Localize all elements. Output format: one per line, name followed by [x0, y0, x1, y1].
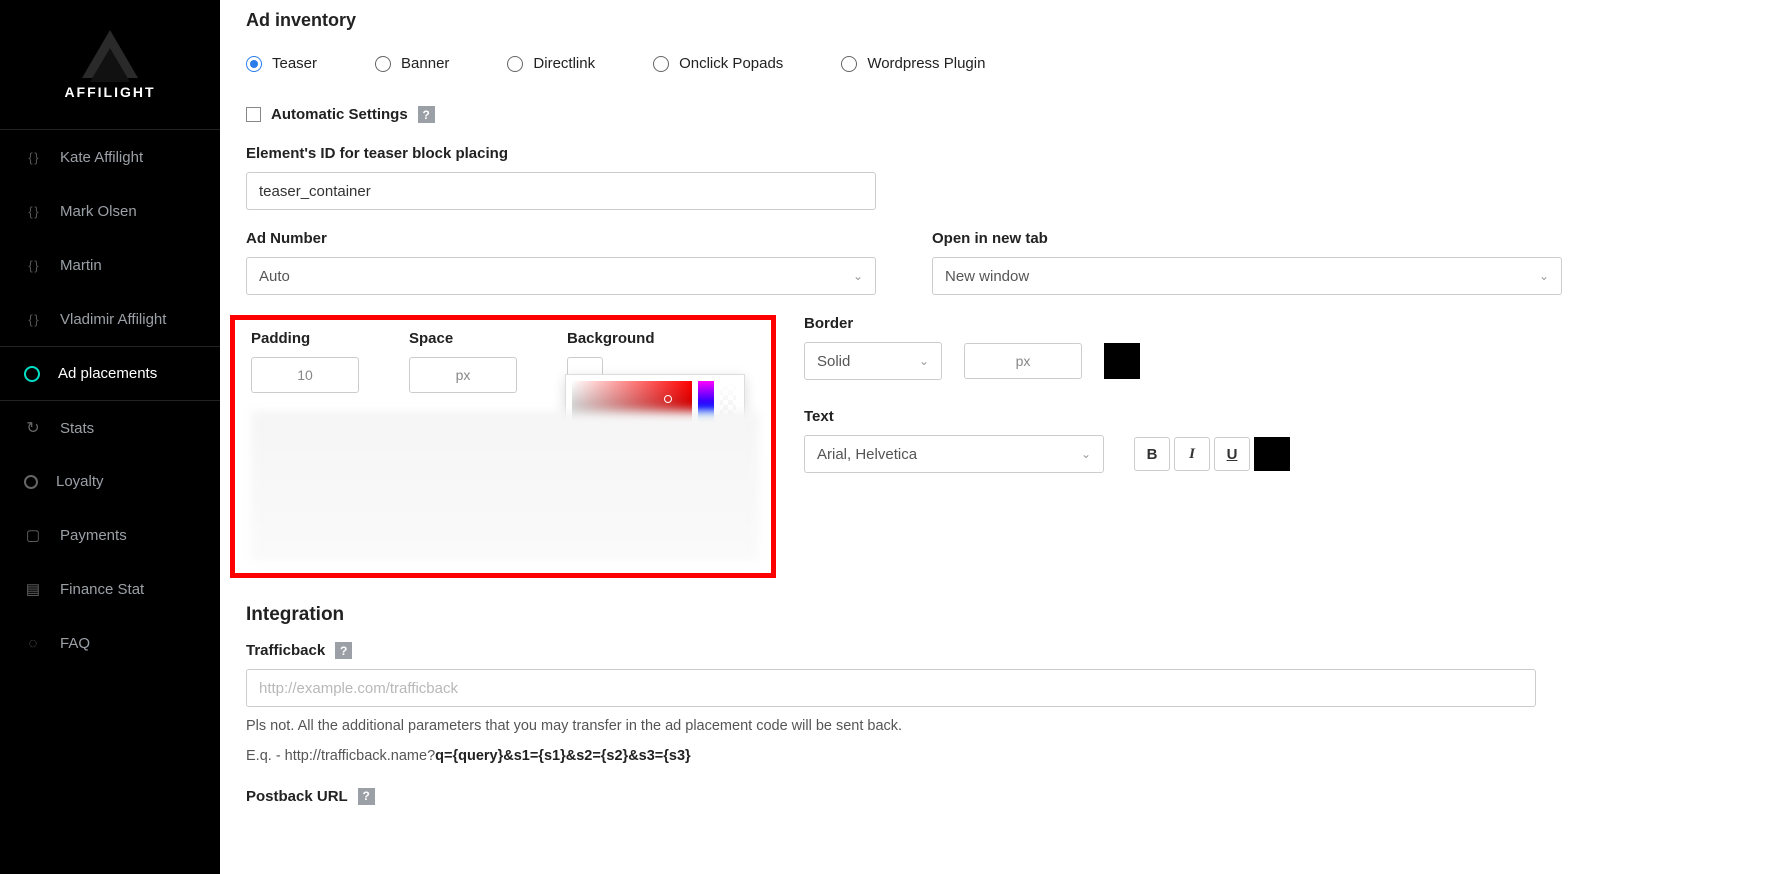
underline-button[interactable]: U	[1214, 437, 1250, 471]
nav-payments[interactable]: Payments	[0, 508, 220, 562]
help-icon[interactable]	[418, 106, 435, 123]
background-label: Background	[567, 330, 655, 347]
border-style-select[interactable]: Solid ⌄	[804, 342, 942, 380]
radio-icon	[246, 56, 262, 72]
braces-icon	[24, 148, 42, 166]
trafficback-note1: Pls not. All the additional parameters t…	[246, 715, 1748, 737]
open-tab-value: New window	[945, 268, 1029, 285]
sidebar-user-label: Mark Olsen	[60, 203, 137, 220]
chevron-down-icon: ⌄	[853, 269, 863, 283]
logo-triangle-icon	[82, 30, 138, 78]
nav-label: Finance Stat	[60, 581, 144, 598]
nav-loyalty[interactable]: Loyalty	[0, 455, 220, 508]
radio-label: Teaser	[272, 55, 317, 72]
ad-type-radios: Teaser Banner Directlink Onclick Popads …	[246, 55, 1748, 72]
el-id-input[interactable]	[246, 172, 876, 210]
auto-settings-checkbox[interactable]	[246, 107, 261, 122]
border-label: Border	[804, 315, 1748, 332]
space-label: Space	[409, 330, 517, 347]
chevron-down-icon: ⌄	[1081, 447, 1091, 461]
nav-label: Ad placements	[58, 365, 157, 382]
ad-number-label: Ad Number	[246, 230, 876, 247]
radio-icon	[653, 56, 669, 72]
radio-wp[interactable]: Wordpress Plugin	[841, 55, 985, 72]
radio-label: Onclick Popads	[679, 55, 783, 72]
trafficback-input[interactable]	[246, 669, 1536, 707]
sidebar-user-mark[interactable]: Mark Olsen	[0, 184, 220, 238]
nav-faq[interactable]: FAQ	[0, 616, 220, 670]
circle-icon	[24, 475, 38, 489]
radio-label: Wordpress Plugin	[867, 55, 985, 72]
card-icon	[24, 526, 42, 544]
text-label: Text	[804, 408, 1748, 425]
sidebar-user-label: Vladimir Affilight	[60, 311, 166, 328]
faq-icon	[24, 634, 42, 652]
chart-icon	[24, 580, 42, 598]
border-width-input[interactable]	[964, 343, 1082, 379]
chevron-down-icon: ⌄	[1539, 269, 1549, 283]
radio-label: Banner	[401, 55, 449, 72]
sidebar-user-label: Martin	[60, 257, 102, 274]
braces-icon	[24, 256, 42, 274]
border-color-swatch[interactable]	[1104, 343, 1140, 379]
brand-name: AFFILIGHT	[60, 84, 160, 100]
space-input[interactable]	[409, 357, 517, 393]
color-indicator-icon	[664, 395, 672, 403]
braces-icon	[24, 310, 42, 328]
font-select[interactable]: Arial, Helvetica ⌄	[804, 435, 1104, 473]
italic-button[interactable]: I	[1174, 437, 1210, 471]
braces-icon	[24, 202, 42, 220]
border-style-value: Solid	[817, 353, 850, 370]
font-value: Arial, Helvetica	[817, 446, 917, 463]
el-id-label: Element's ID for teaser block placing	[246, 145, 1748, 162]
sidebar: AFFILIGHT Kate Affilight Mark Olsen Mart…	[0, 0, 220, 874]
padding-input[interactable]	[251, 357, 359, 393]
blurred-region	[251, 411, 759, 561]
ad-number-value: Auto	[259, 268, 290, 285]
appearance-highlight: Padding Space Background	[230, 315, 776, 578]
open-tab-select[interactable]: New window ⌄	[932, 257, 1562, 295]
nav-finance-stat[interactable]: Finance Stat	[0, 562, 220, 616]
open-tab-label: Open in new tab	[932, 230, 1748, 247]
main-content: Ad inventory Teaser Banner Directlink On…	[220, 0, 1774, 874]
nav-label: Stats	[60, 420, 94, 437]
auto-settings-label: Automatic Settings	[271, 106, 408, 123]
sidebar-user-kate[interactable]: Kate Affilight	[0, 130, 220, 184]
radio-icon	[507, 56, 523, 72]
padding-label: Padding	[251, 330, 359, 347]
nav-label: FAQ	[60, 635, 90, 652]
trafficback-note2: E.q. - http://trafficback.name?q={query}…	[246, 745, 1748, 767]
radio-directlink[interactable]: Directlink	[507, 55, 595, 72]
page-title: Ad inventory	[246, 10, 1748, 31]
nav-label: Loyalty	[56, 473, 104, 490]
radio-onclick[interactable]: Onclick Popads	[653, 55, 783, 72]
ring-icon	[24, 366, 40, 382]
radio-teaser[interactable]: Teaser	[246, 55, 317, 72]
ad-number-select[interactable]: Auto ⌄	[246, 257, 876, 295]
postback-label: Postback URL	[246, 788, 348, 805]
help-icon[interactable]	[335, 642, 352, 659]
radio-icon	[375, 56, 391, 72]
radio-banner[interactable]: Banner	[375, 55, 449, 72]
integration-title: Integration	[246, 604, 1748, 626]
nav-ad-placements[interactable]: Ad placements	[0, 346, 220, 401]
sidebar-user-label: Kate Affilight	[60, 149, 143, 166]
radio-label: Directlink	[533, 55, 595, 72]
nav-stats[interactable]: Stats	[0, 401, 220, 455]
nav-label: Payments	[60, 527, 127, 544]
bold-button[interactable]: B	[1134, 437, 1170, 471]
logo: AFFILIGHT	[0, 0, 220, 130]
radio-icon	[841, 56, 857, 72]
help-icon[interactable]	[358, 788, 375, 805]
chevron-down-icon: ⌄	[919, 354, 929, 368]
sidebar-user-martin[interactable]: Martin	[0, 238, 220, 292]
trafficback-label: Trafficback	[246, 642, 325, 659]
sidebar-user-vladimir[interactable]: Vladimir Affilight	[0, 292, 220, 346]
text-color-swatch[interactable]	[1254, 437, 1290, 471]
refresh-icon	[24, 419, 42, 437]
